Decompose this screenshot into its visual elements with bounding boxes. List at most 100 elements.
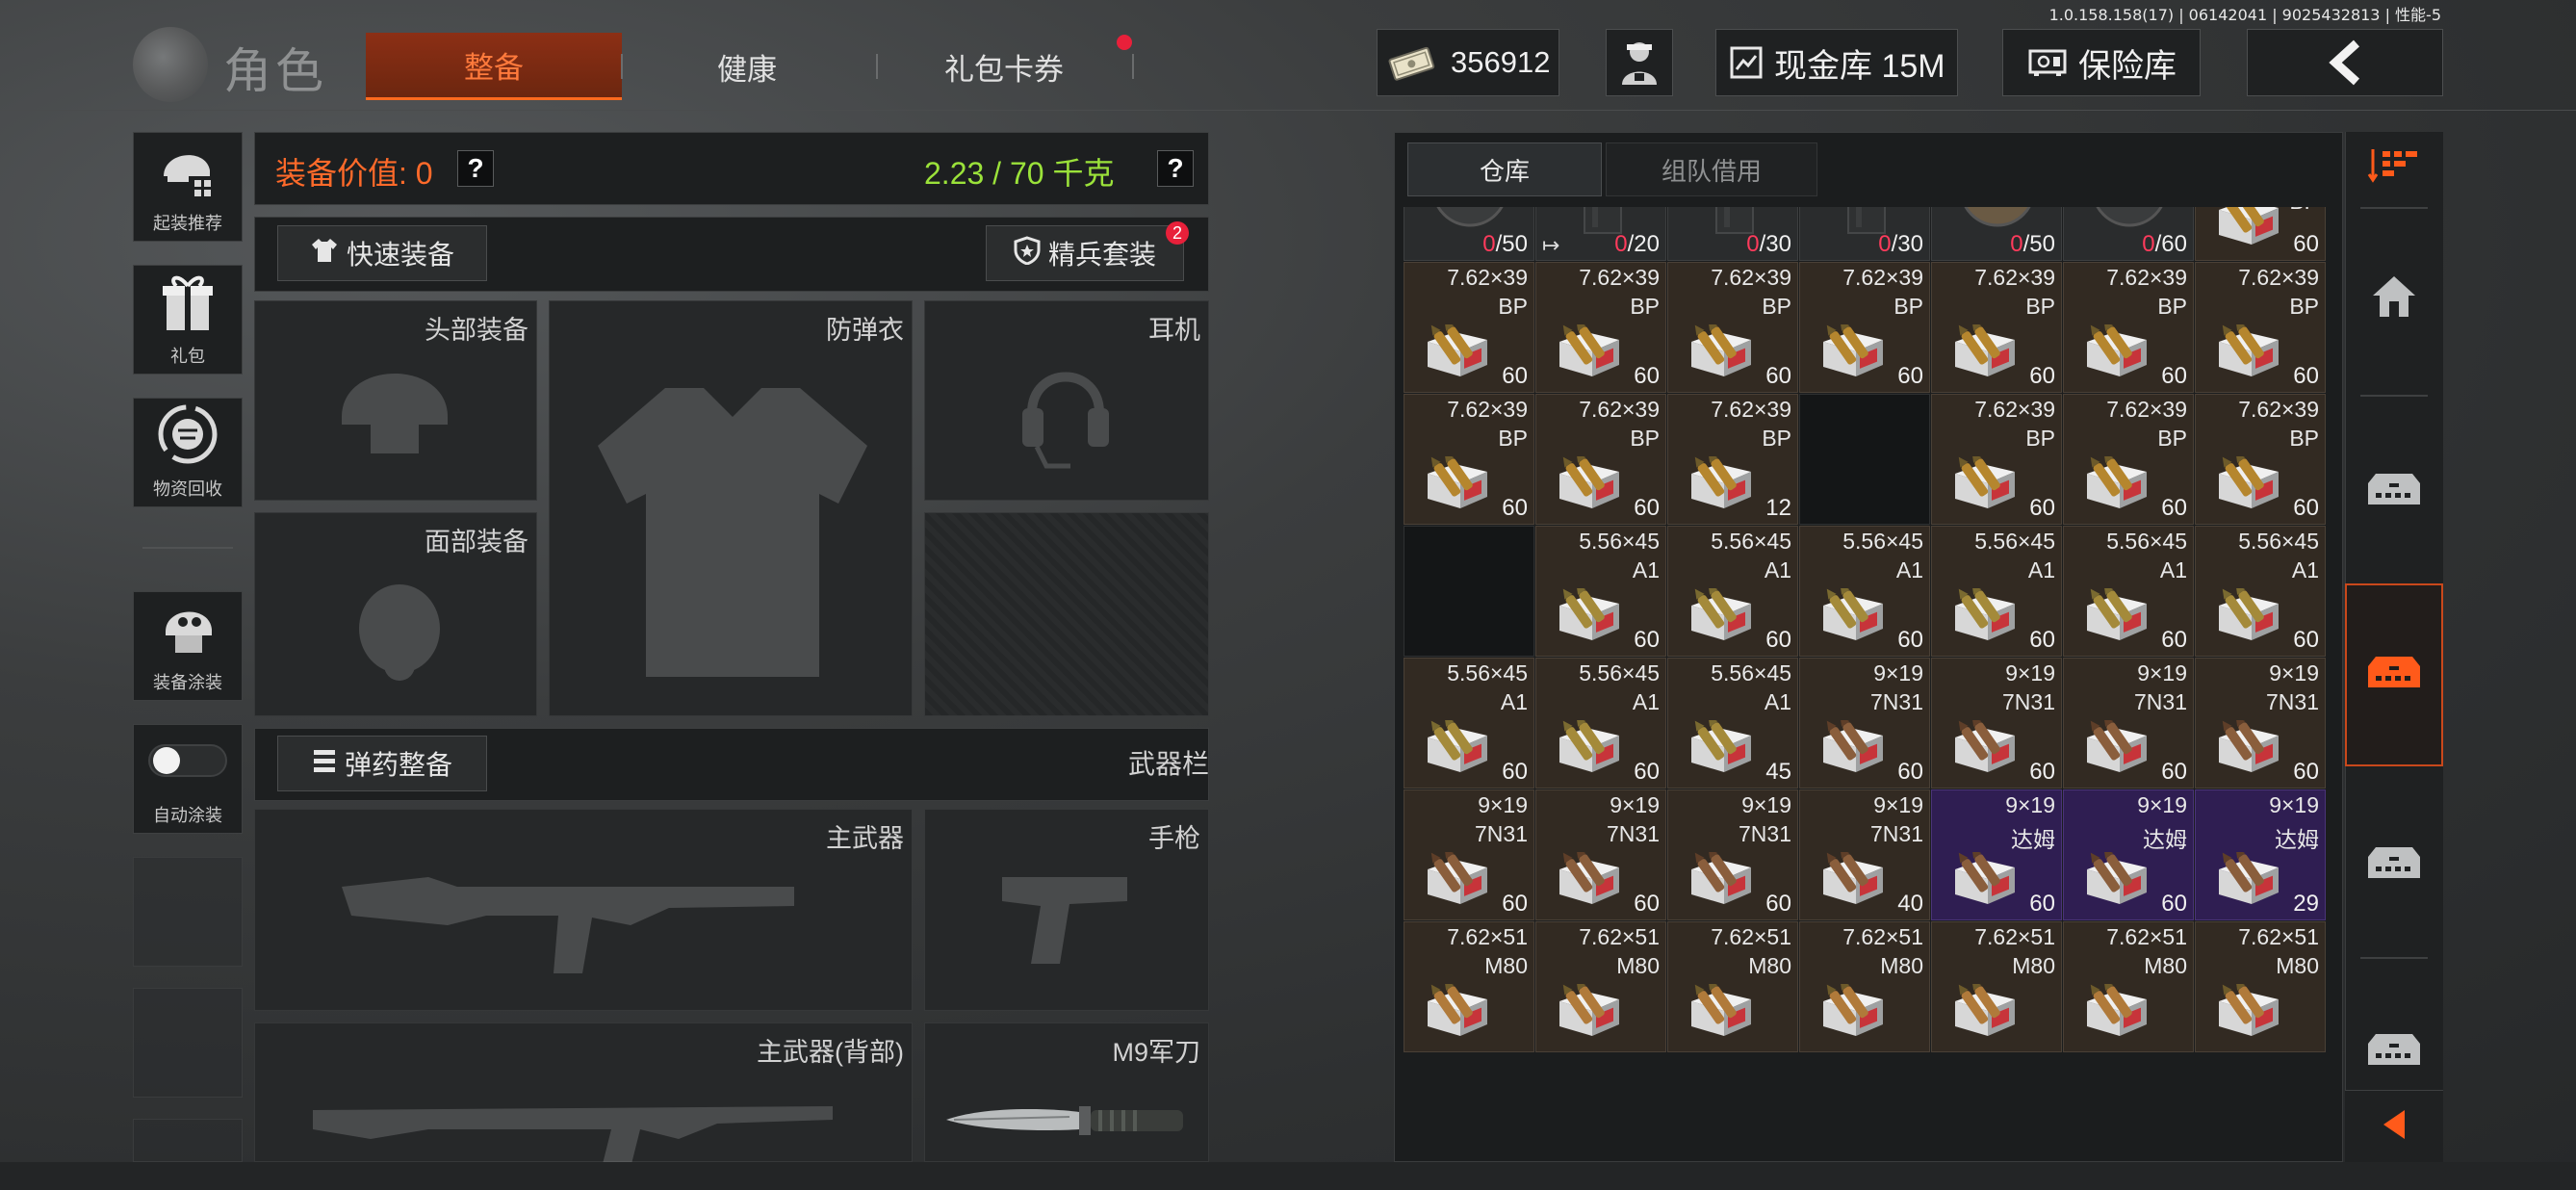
ammo-item[interactable]: 7.62×51 M80 bbox=[2063, 921, 2194, 1052]
nav-home[interactable] bbox=[2345, 260, 2443, 337]
magazine-item[interactable]: 0/30 bbox=[1799, 207, 1930, 261]
ammo-item[interactable]: 5.56×45 A1 60 bbox=[1931, 526, 2062, 657]
ammo-grade: 达姆 bbox=[2275, 827, 2319, 852]
ammo-box-icon bbox=[1428, 456, 1487, 508]
ammo-item[interactable]: 9×19 达姆 60 bbox=[1931, 789, 2062, 920]
ammo-item[interactable]: 7.62×39 BP 60 bbox=[1667, 262, 1798, 393]
ammo-item[interactable]: 0/57.62×39BP60 bbox=[2195, 207, 2326, 261]
ammo-item[interactable]: 7.62×39 BP 60 bbox=[2063, 394, 2194, 525]
tab-loadout[interactable]: 整备 bbox=[366, 33, 622, 100]
ammo-item[interactable]: 9×19 7N31 60 bbox=[2195, 658, 2326, 789]
ammo-item[interactable]: 5.56×45 A1 45 bbox=[1667, 658, 1798, 789]
cash-vault-button[interactable]: 现金库 15M bbox=[1715, 29, 1958, 96]
inventory-grid: 0/500/20↦0/300/300/500/600/57.62×39BP607… bbox=[1404, 207, 2333, 1160]
elite-kit-badge: 2 bbox=[1166, 221, 1189, 245]
ammo-item[interactable]: 7.62×39 BP 12 bbox=[1667, 394, 1798, 525]
ammo-item[interactable]: 7.62×51 M80 bbox=[2195, 921, 2326, 1052]
ammo-item[interactable]: 7.62×51 M80 bbox=[1535, 921, 1666, 1052]
slot-earphone[interactable]: 耳机 bbox=[924, 300, 1209, 501]
ammo-item[interactable]: 7.62×39 BP 60 bbox=[1535, 262, 1666, 393]
ammo-item[interactable]: 7.62×39 BP 60 bbox=[1799, 262, 1930, 393]
magazine-item[interactable]: 0/50 bbox=[1931, 207, 2062, 261]
ammo-item[interactable]: 9×19 7N31 60 bbox=[1535, 789, 1666, 920]
ammo-item[interactable]: 9×19 达姆 60 bbox=[2063, 789, 2194, 920]
ammo-box-icon bbox=[1955, 456, 2015, 508]
magazine-item[interactable]: 0/30 bbox=[1667, 207, 1798, 261]
ammo-item[interactable]: 5.56×45 A1 60 bbox=[2063, 526, 2194, 657]
tab-warehouse[interactable]: 仓库 bbox=[1407, 142, 1602, 196]
ammo-item[interactable]: 7.62×39 BP 60 bbox=[1404, 394, 1534, 525]
ammo-box-icon bbox=[2219, 852, 2279, 904]
ammo-item[interactable]: 7.62×39 BP 60 bbox=[2195, 394, 2326, 525]
ammo-item[interactable]: 7.62×51 M80 bbox=[1799, 921, 1930, 1052]
slot-face[interactable]: 面部装备 bbox=[254, 512, 537, 716]
ammo-item[interactable]: 9×19 7N31 60 bbox=[1667, 789, 1798, 920]
ammo-box-icon bbox=[2087, 720, 2147, 772]
ammo-item[interactable]: 7.62×39 BP 60 bbox=[2063, 262, 2194, 393]
ammo-item[interactable]: 7.62×39 BP 60 bbox=[1931, 394, 2062, 525]
ammo-item[interactable]: 7.62×39 BP 60 bbox=[1535, 394, 1666, 525]
ammo-loadout-button[interactable]: 弹药整备 bbox=[277, 736, 487, 791]
slot-pistol[interactable]: 手枪 bbox=[924, 809, 1209, 1011]
ammo-caliber: 7.62×39 bbox=[1711, 265, 1791, 290]
tab-health[interactable]: 健康 bbox=[635, 33, 859, 100]
magazine-item[interactable]: 0/60 bbox=[2063, 207, 2194, 261]
money-display[interactable]: 356912 bbox=[1377, 29, 1559, 96]
ammo-grade: BP bbox=[2025, 426, 2055, 451]
ammo-count: 60 bbox=[2161, 363, 2187, 389]
banknote-icon bbox=[1387, 43, 1437, 82]
ammo-item[interactable]: 5.56×45 A1 60 bbox=[1799, 526, 1930, 657]
ammo-item[interactable]: 9×19 达姆 29 bbox=[2195, 789, 2326, 920]
magazine-item[interactable]: 0/50 bbox=[1404, 207, 1534, 261]
toggle-icon[interactable] bbox=[147, 741, 228, 785]
ammo-box-icon bbox=[2219, 984, 2279, 1036]
slot-primary-weapon[interactable]: 主武器 bbox=[254, 809, 913, 1011]
sidebar-recommended-loadout[interactable]: 起装推荐 bbox=[133, 132, 243, 242]
operator-button[interactable] bbox=[1606, 29, 1673, 96]
nav-storage-1[interactable] bbox=[2345, 453, 2443, 530]
slot-melee[interactable]: M9军刀 bbox=[924, 1022, 1209, 1162]
ammo-caliber: 7.62×39 bbox=[1711, 397, 1791, 422]
ammo-item[interactable]: 5.56×45 A1 60 bbox=[1667, 526, 1798, 657]
magazine-item[interactable]: 0/20 ↦ bbox=[1535, 207, 1666, 261]
ammo-item[interactable]: 7.62×39 BP 60 bbox=[1404, 262, 1534, 393]
sort-button[interactable] bbox=[2345, 142, 2443, 191]
nav-storage-2[interactable] bbox=[2345, 635, 2443, 712]
ammo-item[interactable]: 9×19 7N31 60 bbox=[2063, 658, 2194, 789]
slot-primary-weapon-back[interactable]: 主武器(背部) bbox=[254, 1022, 913, 1168]
quick-equip-button[interactable]: 快速装备 bbox=[277, 225, 487, 281]
nav-storage-4[interactable] bbox=[2345, 1013, 2443, 1090]
tab-divider bbox=[876, 54, 878, 79]
sidebar-recycle[interactable]: 物资回收 bbox=[133, 398, 243, 507]
ammo-item[interactable]: 7.62×39 BP 60 bbox=[2195, 262, 2326, 393]
sidebar-equipment-paint[interactable]: 装备涂装 bbox=[133, 591, 243, 701]
ammo-caliber: 7.62×51 bbox=[1447, 924, 1528, 949]
ammo-item[interactable]: 7.62×51 M80 bbox=[1667, 921, 1798, 1052]
safe-button[interactable]: 保险库 bbox=[2002, 29, 2201, 96]
ammo-item[interactable]: 9×19 7N31 60 bbox=[1799, 658, 1930, 789]
sidebar-auto-paint[interactable]: 自动涂装 bbox=[133, 724, 243, 834]
slot-armor[interactable]: 防弹衣 bbox=[549, 300, 913, 716]
weight-help-button[interactable]: ? bbox=[1157, 150, 1194, 187]
ammo-item[interactable]: 9×19 7N31 40 bbox=[1799, 789, 1930, 920]
ammo-item[interactable]: 7.62×51 M80 bbox=[1404, 921, 1534, 1052]
ammo-count: 60 bbox=[1634, 363, 1660, 389]
ammo-item[interactable]: 7.62×39 BP 60 bbox=[1931, 262, 2062, 393]
gas-mask-icon bbox=[359, 584, 440, 681]
ammo-item[interactable]: 5.56×45 A1 60 bbox=[1404, 658, 1534, 789]
slot-head[interactable]: 头部装备 bbox=[254, 300, 537, 501]
nav-storage-3[interactable] bbox=[2345, 826, 2443, 903]
tab-gift-cards[interactable]: 礼包卡券 bbox=[895, 33, 1113, 100]
ammo-item[interactable]: 5.56×45 A1 60 bbox=[2195, 526, 2326, 657]
ammo-item[interactable]: 5.56×45 A1 60 bbox=[1535, 526, 1666, 657]
sidebar-gift[interactable]: 礼包 bbox=[133, 265, 243, 375]
tab-team-borrow[interactable]: 组队借用 bbox=[1606, 142, 1817, 196]
ammo-item[interactable]: 5.56×45 A1 60 bbox=[1535, 658, 1666, 789]
elite-kit-button[interactable]: 精兵套装 bbox=[986, 225, 1184, 281]
ammo-item[interactable]: 7.62×51 M80 bbox=[1931, 921, 2062, 1052]
ammo-item[interactable]: 9×19 7N31 60 bbox=[1931, 658, 2062, 789]
back-button[interactable] bbox=[2247, 29, 2443, 96]
value-help-button[interactable]: ? bbox=[457, 150, 494, 187]
collapse-button[interactable] bbox=[2345, 1090, 2443, 1162]
ammo-item[interactable]: 9×19 7N31 60 bbox=[1404, 789, 1534, 920]
